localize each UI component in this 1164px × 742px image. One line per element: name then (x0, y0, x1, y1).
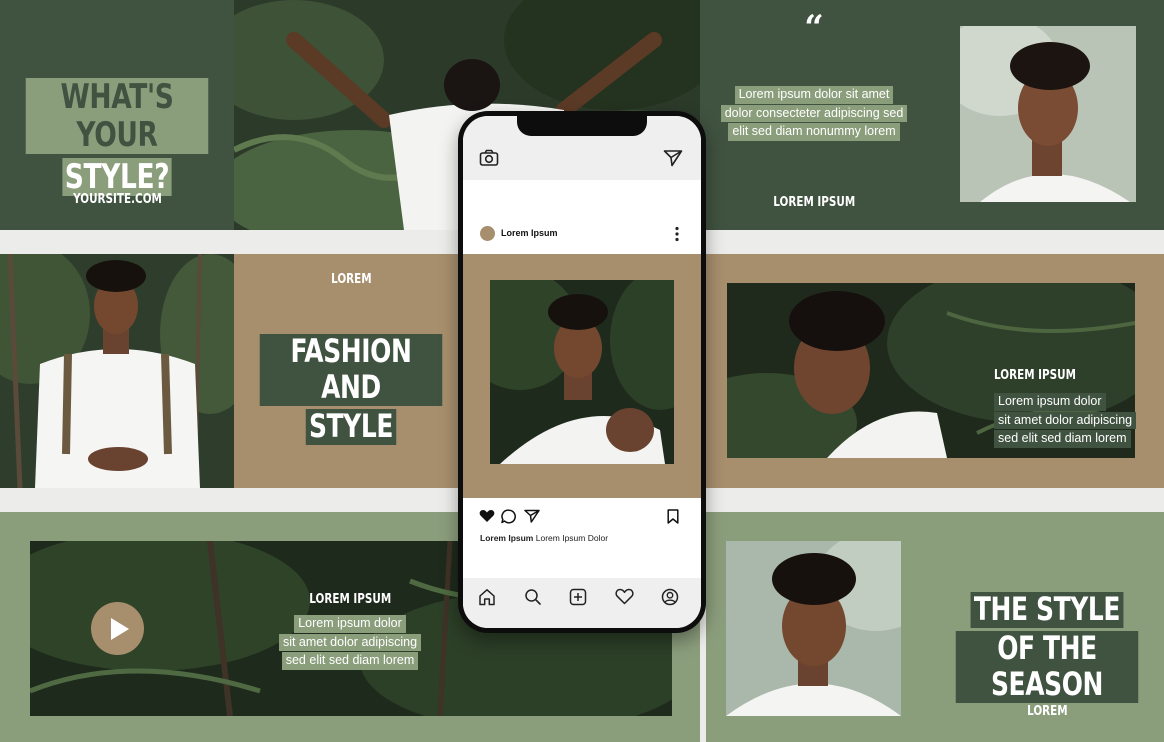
quote-mark: “ (804, 8, 824, 48)
add-icon[interactable] (569, 588, 587, 606)
tile3-body-line3: elit sed diam nonummy lorem (728, 123, 900, 141)
caption-username[interactable]: Lorem Ipsum (480, 533, 533, 543)
home-icon[interactable] (478, 588, 496, 606)
profile-icon[interactable] (661, 588, 679, 606)
tile5-title-line1: FASHION AND (259, 333, 443, 406)
tile3-label: LOREM IPSUM (773, 195, 855, 210)
heart-icon[interactable] (479, 509, 495, 523)
post-caption: Lorem Ipsum Lorem Ipsum Dolor (480, 533, 690, 543)
post-image[interactable] (490, 280, 674, 464)
activity-icon[interactable] (615, 588, 634, 605)
comment-icon[interactable] (501, 509, 517, 524)
tile6-label: LOREM IPSUM (994, 368, 1076, 383)
avatar[interactable] (480, 226, 495, 241)
site-url: YOURSITE.COM (72, 192, 162, 207)
play-icon (109, 616, 131, 642)
tile7-label: LOREM IPSUM (309, 592, 391, 607)
photo-portrait-looking-up (960, 26, 1136, 202)
camera-icon[interactable] (479, 149, 499, 167)
post-username[interactable]: Lorem Ipsum (501, 228, 558, 238)
tile7-body-line2: sit amet dolor adipiscing (278, 633, 422, 651)
search-icon[interactable] (524, 588, 542, 606)
bookmark-icon[interactable] (667, 509, 679, 524)
tile6-body-line1: Lorem ipsum dolor (994, 393, 1106, 411)
more-icon[interactable] (675, 226, 679, 242)
tile3-body-line1: Lorem ipsum dolor sit amet (734, 86, 894, 104)
tile8-label: LOREM (1026, 704, 1068, 719)
tile-whats-your-style: WHAT'S YOUR STYLE? YOURSITE.COM (0, 0, 234, 230)
tile7-body-line1: Lorem ipsum dolor (294, 615, 406, 633)
tile8-title-line1: THE STYLE (970, 591, 1124, 628)
bottom-nav (463, 578, 701, 628)
post-header: Lorem Ipsum (463, 222, 701, 248)
tile5-label: LOREM (330, 272, 372, 287)
photo-looking-down (726, 541, 901, 716)
phone-screen: Lorem Ipsum Lorem Ipsum Lorem Ipsum Dolo… (463, 116, 701, 628)
share-icon[interactable] (524, 509, 540, 523)
photo-backpack-man (0, 254, 234, 488)
tile8-title-line2: OF THE SEASON (955, 630, 1139, 703)
tile5-title-line2: STYLE (305, 408, 397, 445)
tile3-body-line2: dolor consecteter adipiscing sed (720, 104, 908, 122)
tile7-body-line3: sed elit sed diam lorem (281, 652, 419, 670)
phone-notch (517, 116, 647, 136)
phone-mockup: Lorem Ipsum Lorem Ipsum Lorem Ipsum Dolo… (458, 111, 706, 633)
tile6-body-line2: sit amet dolor adipiscing (994, 411, 1137, 429)
play-button[interactable] (91, 602, 144, 655)
send-icon[interactable] (663, 149, 683, 167)
tile1-title-line1: WHAT'S YOUR (25, 78, 209, 154)
caption-text: Lorem Ipsum Dolor (535, 533, 609, 543)
post-actions (463, 506, 701, 526)
tile6-body-line3: sed elit sed diam lorem (994, 430, 1131, 448)
